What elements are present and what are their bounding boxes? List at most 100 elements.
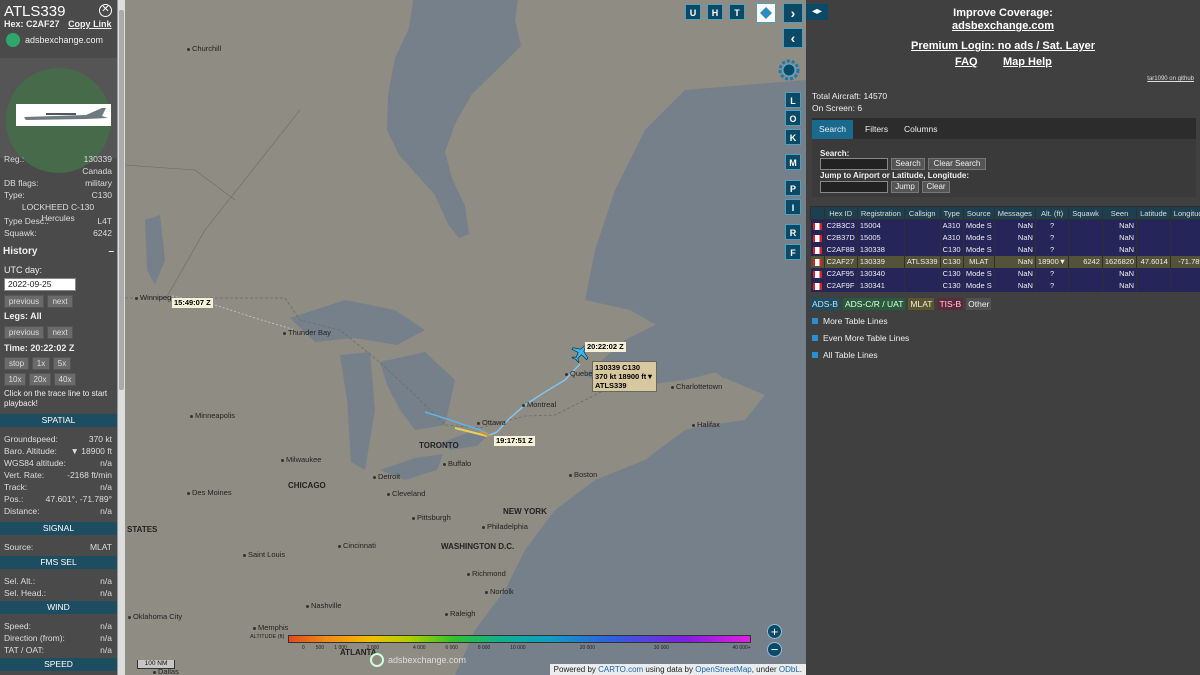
spatial-section-title[interactable]: SPATIAL xyxy=(0,414,117,427)
history-header[interactable]: History – xyxy=(3,246,114,257)
carto-link[interactable]: CARTO.com xyxy=(598,665,643,674)
brand-line[interactable]: adsbexchange.com xyxy=(6,32,123,48)
aircraft-photo[interactable] xyxy=(16,104,111,126)
speed-10x-button[interactable]: 10x xyxy=(4,373,26,386)
column-header[interactable]: Type xyxy=(939,206,964,220)
odbl-link[interactable]: ODbL xyxy=(779,665,800,674)
github-link[interactable]: tar1090 on github xyxy=(1147,76,1194,82)
clear-jump-button[interactable]: Clear xyxy=(922,181,950,193)
table-cell: 130341 xyxy=(857,279,905,292)
tab-filters[interactable]: Filters xyxy=(858,120,895,139)
spatial-key: Groundspeed: xyxy=(4,434,58,444)
checkbox-icon[interactable] xyxy=(812,318,818,324)
wind-key: Direction (from): xyxy=(4,633,65,643)
improve-coverage-link[interactable]: adsbexchange.com xyxy=(806,20,1200,32)
search-input[interactable] xyxy=(820,158,888,170)
tab-columns[interactable]: Columns xyxy=(897,120,945,139)
table-cell: NaN xyxy=(994,267,1036,280)
unit-button-h[interactable]: H xyxy=(707,4,723,20)
column-header[interactable]: Squawk xyxy=(1068,206,1103,220)
trace-time-label[interactable]: 15:49:07 Z xyxy=(172,298,213,308)
premium-login-link[interactable]: Premium Login: no ads / Sat. Layer xyxy=(806,40,1200,52)
speed-1x-button[interactable]: 1x xyxy=(32,357,50,370)
column-header[interactable]: Source xyxy=(962,206,995,220)
zoom-in-button[interactable]: + xyxy=(767,624,782,639)
tab-search[interactable]: Search xyxy=(812,120,853,139)
next-day-button[interactable]: next xyxy=(47,295,73,308)
scrollbar-thumb[interactable] xyxy=(119,10,124,390)
table-lines-option[interactable]: All Table Lines xyxy=(812,350,878,360)
map-toggle-p[interactable]: P xyxy=(785,180,801,196)
jump-input[interactable] xyxy=(820,181,888,193)
unit-button-u[interactable]: U xyxy=(685,4,701,20)
table-row[interactable]: C2AF27 130339 ATLS339 C130 MLAT NaN 18900▼ 6242… xyxy=(810,255,1200,268)
map-toggle-i[interactable]: I xyxy=(785,199,801,215)
table-lines-option[interactable]: More Table Lines xyxy=(812,316,888,326)
table-row[interactable]: C2B3C3 15004 A310 Mode S NaN? NaN xyxy=(810,219,1200,232)
search-button[interactable]: Search xyxy=(891,158,925,170)
column-header[interactable]: Seen xyxy=(1101,206,1138,220)
checkbox-icon[interactable] xyxy=(812,335,818,341)
table-cell: C130 xyxy=(940,279,964,292)
city-dot-icon xyxy=(306,604,309,608)
speed-5x-button[interactable]: 5x xyxy=(53,357,71,370)
speed-40x-button[interactable]: 40x xyxy=(54,373,76,386)
trace-time-label[interactable]: 20:22:02 Z xyxy=(585,342,626,352)
copy-link[interactable]: Copy Link xyxy=(68,19,112,29)
table-cell: ATLS339 xyxy=(904,255,941,268)
checkbox-icon[interactable] xyxy=(812,352,818,358)
speed-section-title[interactable]: SPEED xyxy=(0,658,117,671)
map-toggle-r[interactable]: R xyxy=(785,224,801,240)
fms-section-title[interactable]: FMS SEL xyxy=(0,556,117,569)
table-row[interactable]: C2B37D 15005 A310 Mode S NaN? NaN xyxy=(810,231,1200,244)
info-panel-scrollbar[interactable] xyxy=(117,0,125,675)
city-label: Saint Louis xyxy=(243,550,285,559)
column-header[interactable]: Registration xyxy=(856,206,905,220)
date-input[interactable]: 2022-09-25 xyxy=(4,278,76,291)
close-icon[interactable]: ✕ xyxy=(99,4,112,17)
faq-link[interactable]: FAQ xyxy=(955,56,978,68)
city-dot-icon xyxy=(477,421,480,425)
column-header[interactable] xyxy=(810,206,825,220)
speed-20x-button[interactable]: 20x xyxy=(29,373,51,386)
map-toggle-o[interactable]: O xyxy=(785,110,801,126)
collapse-sidebar-button[interactable]: ‹ xyxy=(783,28,803,48)
speed-stop-button[interactable]: stop xyxy=(4,357,29,370)
column-header[interactable]: Hex ID xyxy=(823,206,858,220)
settings-button[interactable] xyxy=(775,56,803,84)
map-toggle-k[interactable]: K xyxy=(785,129,801,145)
clear-search-button[interactable]: Clear Search xyxy=(928,158,986,170)
column-header[interactable]: Latitude xyxy=(1136,206,1171,220)
map-toggle-f[interactable]: F xyxy=(785,244,801,260)
layers-button[interactable] xyxy=(756,3,776,23)
column-header[interactable]: Longitude xyxy=(1169,206,1200,220)
map-view[interactable]: Churchill Winnipeg Thunder Bay Minneapolis M… xyxy=(125,0,806,675)
table-row[interactable]: C2AF95 130340 C130 Mode S NaN? NaN xyxy=(810,267,1200,280)
total-aircraft: Total Aircraft: 14570 xyxy=(812,91,888,101)
aircraft-map-label[interactable]: 130339 C130 370 kt 18900 ft▼ ATLS339 xyxy=(592,361,657,392)
signal-section-title[interactable]: SIGNAL xyxy=(0,522,117,535)
map-help-link[interactable]: Map Help xyxy=(1003,56,1052,68)
previous-leg-button[interactable]: previous xyxy=(4,326,44,339)
table-cell: Mode S xyxy=(963,219,995,232)
table-row[interactable]: C2AF9F 130341 C130 Mode S NaN? NaN xyxy=(810,279,1200,292)
jump-button[interactable]: Jump xyxy=(891,181,919,193)
table-row[interactable]: C2AF8B 130338 C130 Mode S NaN? NaN xyxy=(810,243,1200,256)
collapse-icon[interactable]: – xyxy=(108,246,114,257)
next-leg-button[interactable]: next xyxy=(47,326,73,339)
trace-time-label[interactable]: 19:17:51 Z xyxy=(494,436,535,446)
column-header[interactable]: Callsign xyxy=(903,206,941,220)
map-toggle-m[interactable]: M xyxy=(785,154,801,170)
map-toggle-l[interactable]: L xyxy=(785,92,801,108)
table-lines-option[interactable]: Even More Table Lines xyxy=(812,333,909,343)
expand-sidebar-button[interactable]: › xyxy=(783,3,803,23)
unit-button-t[interactable]: T xyxy=(729,4,745,20)
previous-day-button[interactable]: previous xyxy=(4,295,44,308)
city-dot-icon xyxy=(187,47,190,51)
zoom-out-button[interactable]: − xyxy=(767,642,782,657)
column-header[interactable]: Alt. (ft) xyxy=(1034,206,1070,220)
osm-link[interactable]: OpenStreetMap xyxy=(695,665,751,674)
wind-section-title[interactable]: WIND xyxy=(0,601,117,614)
altitude-color-bar xyxy=(288,635,751,643)
column-header[interactable]: Messages xyxy=(993,206,1036,220)
